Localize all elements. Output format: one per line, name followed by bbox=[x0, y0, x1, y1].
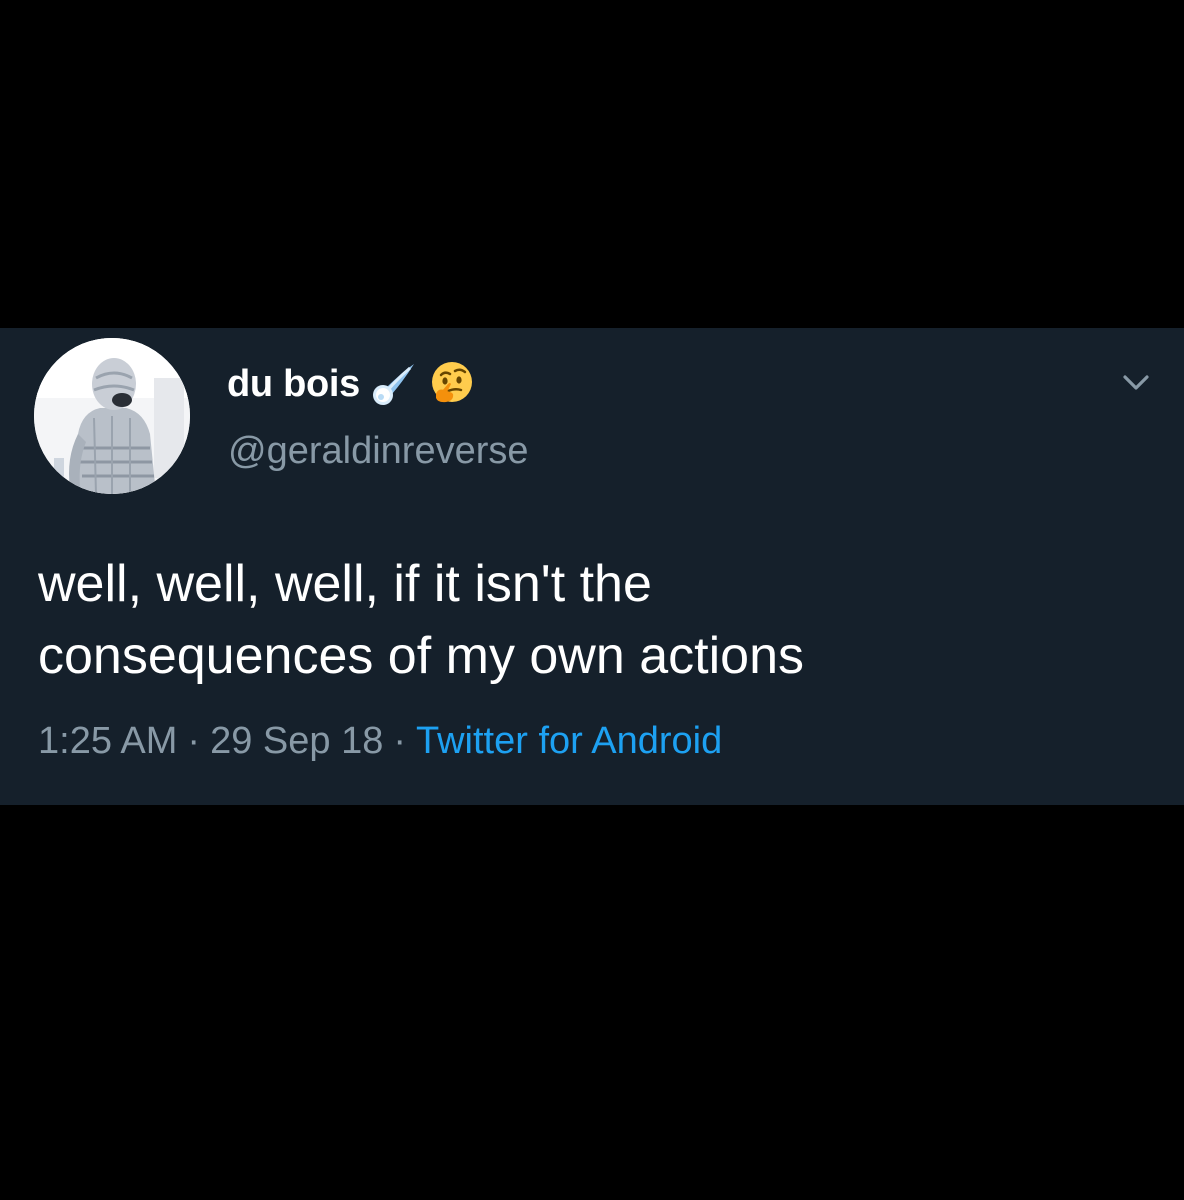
comet-icon bbox=[370, 360, 418, 408]
meta-separator: · bbox=[187, 720, 201, 762]
avatar[interactable] bbox=[34, 338, 190, 494]
tweet-text-line: well, well, well, if it isn't the bbox=[38, 555, 652, 613]
tweet-date: 29 Sep 18 bbox=[210, 720, 384, 762]
avatar-image bbox=[34, 338, 190, 494]
page: du bois @geraldinreverse well, well, wel… bbox=[0, 0, 1184, 1200]
tweet-meta: 1:25 AM · 29 Sep 18 · Twitter for Android bbox=[38, 720, 722, 763]
tweet-source-link[interactable]: Twitter for Android bbox=[416, 720, 722, 762]
display-name[interactable]: du bois bbox=[227, 363, 360, 406]
chevron-down-icon[interactable] bbox=[1120, 366, 1152, 398]
meta-separator: · bbox=[393, 720, 406, 762]
thinking-face-icon bbox=[428, 360, 476, 408]
tweet-text: well, well, well, if it isn't the conseq… bbox=[38, 548, 1148, 692]
tweet-text-line: consequences of my own actions bbox=[38, 627, 804, 685]
display-name-row: du bois bbox=[227, 358, 476, 410]
user-handle[interactable]: @geraldinreverse bbox=[228, 430, 529, 473]
tweet-time: 1:25 AM bbox=[38, 720, 178, 762]
